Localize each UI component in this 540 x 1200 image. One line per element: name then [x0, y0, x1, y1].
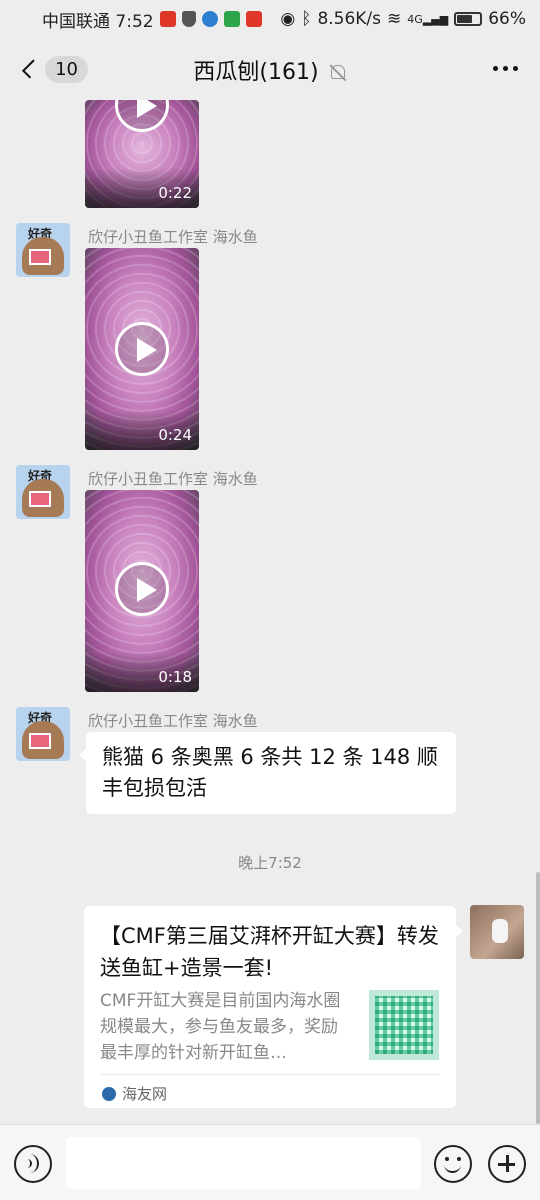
battery-icon: [454, 12, 483, 26]
chat-timestamp: 晚上7:52: [238, 854, 302, 872]
mute-bell-icon: [329, 63, 347, 81]
my-avatar[interactable]: [470, 905, 524, 959]
chat-title-wrap: 西瓜刨(161): [0, 54, 540, 86]
source-name: 海友网: [122, 1085, 168, 1103]
chat-header: 10 西瓜刨(161): [0, 38, 540, 100]
bluetooth-icon: ᛒ: [301, 9, 312, 29]
link-card-message[interactable]: 【CMF第三届艾湃杯开缸大赛】转发送鱼缸+造景一套! CMF开缸大赛是目前国内海…: [84, 906, 463, 1108]
shield-icon: [181, 11, 196, 27]
sender-name: 欣仔小丑鱼工作室 海水鱼: [88, 228, 258, 246]
sender-name: 欣仔小丑鱼工作室 海水鱼: [88, 712, 258, 730]
avatar[interactable]: 好奇: [16, 707, 70, 761]
video-message[interactable]: 0:22: [85, 100, 199, 208]
play-icon[interactable]: [115, 562, 169, 616]
input-bar: [0, 1124, 540, 1200]
text-message-bubble[interactable]: 熊猫 6 条奥黑 6 条共 12 条 148 顺丰包损包活: [79, 732, 456, 814]
network-speed: 8.56K/s: [317, 9, 382, 29]
divider: [100, 1074, 440, 1075]
app-notification-icon: [201, 11, 218, 27]
emoji-icon[interactable]: [434, 1145, 472, 1183]
wifi-icon: ≋: [387, 9, 402, 29]
notification-icon: [159, 11, 176, 27]
voice-input-icon[interactable]: [14, 1145, 52, 1183]
avatar[interactable]: 好奇: [16, 465, 70, 519]
chat-title: 西瓜刨(161): [193, 60, 319, 85]
more-options-button[interactable]: [493, 66, 518, 71]
plus-icon[interactable]: [488, 1145, 526, 1183]
signal-icon: 4G▂▄▆: [407, 12, 449, 26]
link-card-thumbnail: [369, 990, 439, 1060]
dot-icon: [503, 66, 508, 71]
link-card-title: 【CMF第三届艾湃杯开缸大赛】转发送鱼缸+造景一套!: [100, 924, 439, 980]
video-duration: 0:24: [158, 426, 192, 444]
play-icon[interactable]: [115, 322, 169, 376]
link-card-description: CMF开缸大赛是目前国内海水圈规模最大，参与鱼友最多，奖励最丰厚的针对新开缸鱼…: [100, 991, 341, 1063]
message-input[interactable]: [66, 1137, 421, 1189]
scrollbar[interactable]: [536, 872, 540, 1124]
carrier-time: 中国联通 7:52: [42, 11, 154, 32]
video-message[interactable]: 0:24: [85, 248, 199, 450]
eye-icon: ◉: [280, 9, 296, 29]
dot-icon: [493, 66, 498, 71]
link-card-source: 海友网: [102, 1083, 167, 1104]
video-message[interactable]: 0:18: [85, 490, 199, 692]
video-duration: 0:18: [158, 668, 192, 686]
app-notification-icon-2: [223, 11, 240, 27]
source-logo-icon: [102, 1086, 116, 1101]
avatar[interactable]: 好奇: [16, 223, 70, 277]
battery-percent: 66%: [488, 9, 526, 29]
status-bar: 中国联通 7:52 ◉ ᛒ 8.56K/s ≋ 4G▂▄▆ 66%: [0, 0, 540, 38]
dot-icon: [513, 66, 518, 71]
notification-icon-2: [245, 11, 262, 27]
video-duration: 0:22: [158, 184, 192, 202]
message-text: 熊猫 6 条奥黑 6 条共 12 条 148 顺丰包损包活: [102, 745, 438, 800]
qr-code-image: [375, 996, 433, 1054]
sender-name: 欣仔小丑鱼工作室 海水鱼: [88, 470, 258, 488]
